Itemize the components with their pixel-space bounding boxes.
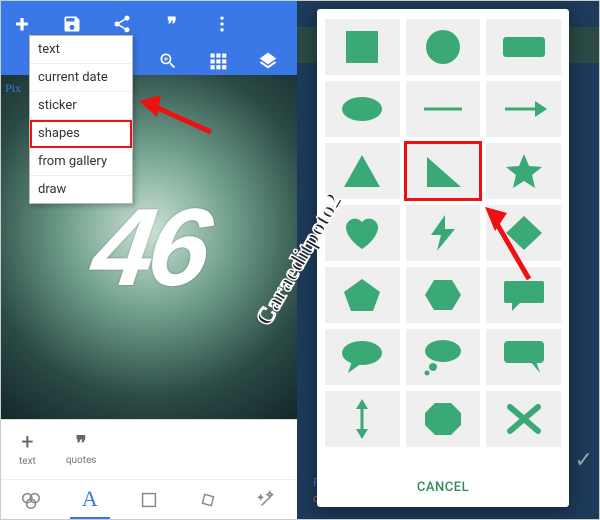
shape-rect-rounded[interactable] <box>486 19 561 75</box>
layers-icon[interactable] <box>257 50 279 72</box>
plus-icon: + <box>21 432 33 454</box>
menu-item-sticker[interactable]: sticker <box>30 92 132 120</box>
save-icon[interactable] <box>61 13 83 35</box>
shape-circle[interactable] <box>406 19 481 75</box>
shape-pentagon[interactable] <box>325 267 400 323</box>
shape-line[interactable] <box>406 81 481 137</box>
confirm-check-icon[interactable]: ✓ <box>575 448 593 473</box>
add-quotes-button[interactable]: ❞ quotes <box>66 433 97 466</box>
share-icon[interactable] <box>111 13 133 35</box>
zoom-icon[interactable] <box>157 50 179 72</box>
grid-icon[interactable] <box>207 50 229 72</box>
shape-speech-oval[interactable] <box>325 329 400 385</box>
shape-callout[interactable] <box>486 329 561 385</box>
tab-filter[interactable] <box>11 481 51 519</box>
shape-double-arrow-v[interactable] <box>325 391 400 447</box>
tab-crop[interactable] <box>129 481 169 519</box>
add-quotes-label: quotes <box>66 455 97 466</box>
phone-left-screen: + ❞ <box>1 1 297 519</box>
quote-icon[interactable]: ❞ <box>161 13 183 35</box>
app-brand: Pix <box>5 81 21 96</box>
bottom-tabs: A <box>1 479 297 519</box>
annotation-arrow-left <box>131 87 221 147</box>
tab-rotate[interactable] <box>188 481 228 519</box>
shape-bolt[interactable] <box>406 205 481 261</box>
shape-x[interactable] <box>486 391 561 447</box>
quotes-icon: ❞ <box>76 433 87 453</box>
shape-right-triangle[interactable] <box>406 143 481 199</box>
add-text-button[interactable]: + text <box>19 432 36 467</box>
shape-arrow-right[interactable] <box>486 81 561 137</box>
add-menu-dropdown: text current date sticker shapes from ga… <box>29 35 133 204</box>
shape-thought-bubble[interactable] <box>406 329 481 385</box>
tab-letter[interactable]: A <box>70 481 110 519</box>
menu-item-text[interactable]: text <box>30 36 132 64</box>
shape-triangle[interactable] <box>325 143 400 199</box>
more-icon[interactable] <box>211 13 233 35</box>
bottom-strip: + text ❞ quotes <box>1 419 297 479</box>
shape-star[interactable] <box>486 143 561 199</box>
menu-item-draw[interactable]: draw <box>30 176 132 203</box>
add-icon[interactable]: + <box>11 13 33 35</box>
menu-item-shapes[interactable]: shapes <box>30 120 132 148</box>
shape-octagon[interactable] <box>406 391 481 447</box>
menu-item-from-gallery[interactable]: from gallery <box>30 148 132 176</box>
shape-hexagon[interactable] <box>406 267 481 323</box>
menu-item-current-date[interactable]: current date <box>30 64 132 92</box>
phone-right-screen: ✓ Fi opa <box>297 1 599 519</box>
shape-heart[interactable] <box>325 205 400 261</box>
tab-wand[interactable] <box>247 481 287 519</box>
annotation-arrow-right <box>481 199 551 289</box>
shape-square[interactable] <box>325 19 400 75</box>
add-text-label: text <box>19 456 36 467</box>
cancel-button[interactable]: CANCEL <box>317 470 569 507</box>
shape-ellipse[interactable] <box>325 81 400 137</box>
